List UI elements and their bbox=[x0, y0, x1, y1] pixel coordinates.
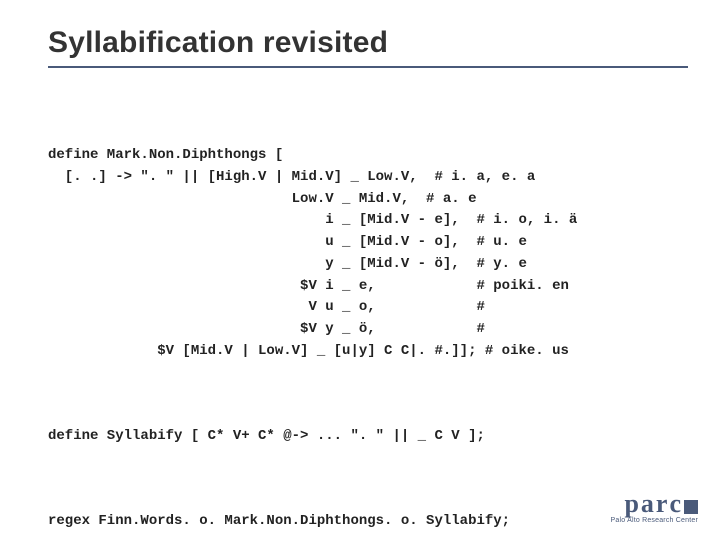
parc-logo: p a r c Palo Alto Research Center bbox=[611, 491, 699, 524]
parc-letter-p: p bbox=[624, 491, 638, 517]
slide-title: Syllabification revisited bbox=[48, 26, 680, 60]
code-block-1: define Mark.Non.Diphthongs [ [. .] -> ".… bbox=[48, 145, 680, 362]
parc-letter-r: r bbox=[656, 491, 668, 517]
parc-letter-c: c bbox=[669, 491, 681, 517]
code-block-3: regex Finn.Words. o. Mark.Non.Diphthongs… bbox=[48, 511, 680, 533]
code-block-2: define Syllabify [ C* V+ C* @-> ... ". "… bbox=[48, 426, 680, 448]
parc-wordmark: p a r c bbox=[611, 491, 699, 517]
title-underline bbox=[48, 66, 688, 68]
parc-letter-a: a bbox=[641, 491, 654, 517]
parc-subtitle: Palo Alto Research Center bbox=[611, 517, 699, 524]
parc-square-icon bbox=[684, 500, 698, 514]
slide: Syllabification revisited define Mark.No… bbox=[0, 0, 720, 540]
code-area: define Mark.Non.Diphthongs [ [. .] -> ".… bbox=[48, 102, 680, 540]
